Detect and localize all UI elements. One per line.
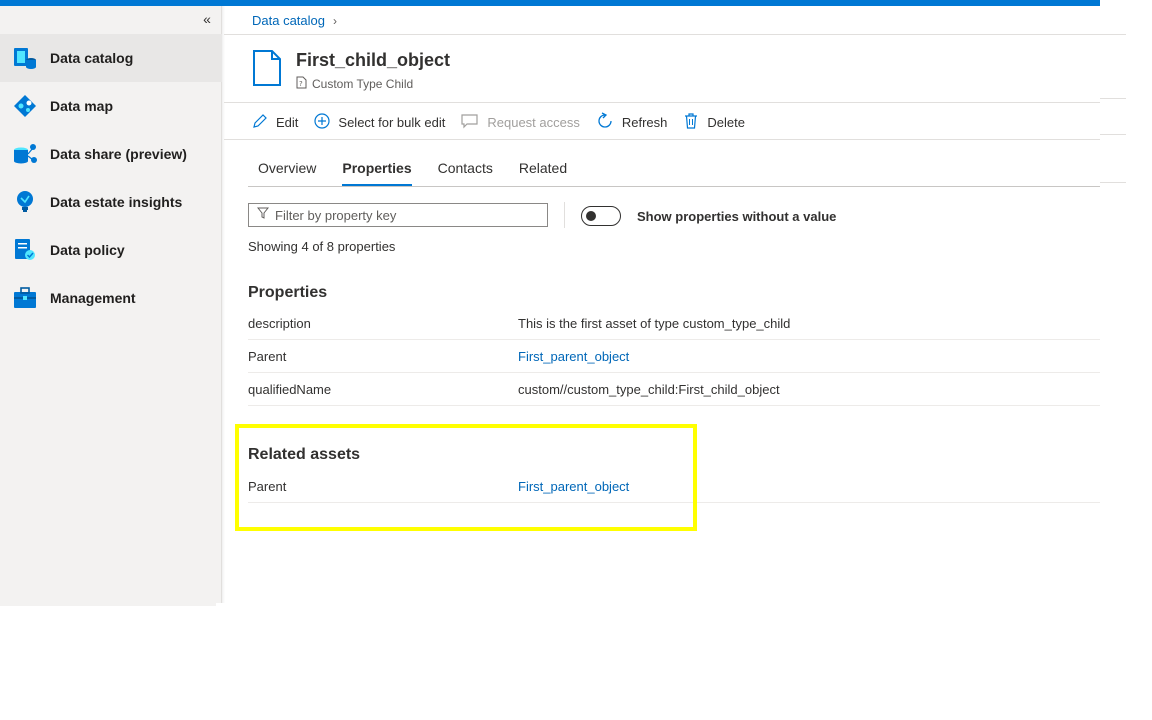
collapse-sidebar-button[interactable]: « <box>199 11 215 27</box>
toolbar: Edit Select for bulk edit Request access… <box>252 110 761 134</box>
filter-icon <box>256 206 270 224</box>
property-key: qualifiedName <box>248 381 332 397</box>
tab-overview[interactable]: Overview <box>248 158 326 186</box>
chevron-right-icon: › <box>333 13 337 28</box>
sidebar-item-data-map[interactable]: Data map <box>0 82 222 130</box>
tabs-divider <box>248 186 1100 187</box>
page-title: First_child_object <box>296 50 451 70</box>
sidebar-item-data-estate-insights[interactable]: Data estate insights <box>0 178 222 226</box>
table-row: description This is the first asset of t… <box>248 307 1100 340</box>
property-value: This is the first asset of type custom_t… <box>518 315 791 331</box>
asset-type-label: Custom Type Child <box>312 77 414 91</box>
showing-count: Showing 4 of 8 properties <box>248 239 396 254</box>
parent-link[interactable]: First_parent_object <box>518 349 629 364</box>
bulk-edit-button[interactable]: Select for bulk edit <box>314 112 446 132</box>
table-row: qualifiedName custom//custom_type_child:… <box>248 373 1100 406</box>
data-catalog-icon <box>12 45 38 71</box>
breadcrumb: Data catalog › <box>252 13 337 28</box>
request-access-button[interactable]: Request access <box>461 113 580 132</box>
sidebar-item-label: Management <box>50 290 136 306</box>
sidebar-item-label: Data map <box>50 98 114 114</box>
sidebar-nav: Data catalog Data map Data share (previe… <box>0 34 222 322</box>
divider <box>224 102 1100 103</box>
sidebar-item-data-share[interactable]: Data share (preview) <box>0 130 222 178</box>
sidebar-item-data-policy[interactable]: Data policy <box>0 226 222 274</box>
data-map-icon <box>12 93 38 119</box>
request-access-label: Request access <box>487 114 580 130</box>
svg-text:?: ? <box>299 80 303 88</box>
highlight-box <box>235 424 697 531</box>
refresh-icon <box>596 111 622 133</box>
tab-related[interactable]: Related <box>509 158 577 186</box>
sidebar-bottom-strip <box>0 603 216 606</box>
sidebar-item-label: Data catalog <box>50 50 134 66</box>
management-icon <box>12 285 38 311</box>
asset-type: ? Custom Type Child <box>296 76 450 92</box>
divider <box>224 34 1100 35</box>
vertical-divider <box>564 202 565 228</box>
properties-heading: Properties <box>248 284 328 301</box>
background-window-edges <box>1100 0 1128 200</box>
insights-icon <box>12 189 38 215</box>
sidebar-item-management[interactable]: Management <box>0 274 222 322</box>
trash-icon <box>683 112 707 132</box>
refresh-label: Refresh <box>621 114 668 130</box>
property-key: Parent <box>248 348 287 364</box>
tab-bar: Overview Properties Contacts Related <box>248 158 583 186</box>
breadcrumb-data-catalog[interactable]: Data catalog <box>252 13 325 28</box>
main-content: Data catalog › First_child_object ? Cust… <box>224 6 1100 720</box>
property-key: description <box>248 315 311 331</box>
edit-button[interactable]: Edit <box>252 113 298 132</box>
asset-header: First_child_object ? Custom Type Child <box>252 50 450 92</box>
property-value: custom//custom_type_child:First_child_ob… <box>518 381 780 397</box>
comment-icon <box>461 113 487 132</box>
divider <box>224 139 1100 140</box>
toggle-label: Show properties without a value <box>637 209 837 224</box>
sidebar-item-label: Data policy <box>50 242 125 258</box>
sidebar: « Data catalog Data map Data share (prev… <box>0 6 225 603</box>
tab-contacts[interactable]: Contacts <box>428 158 503 186</box>
sidebar-item-data-catalog[interactable]: Data catalog <box>0 34 222 82</box>
custom-type-icon: ? <box>296 76 312 92</box>
show-empty-properties-toggle[interactable] <box>581 206 621 226</box>
edit-label: Edit <box>276 114 299 130</box>
data-share-icon <box>12 141 38 167</box>
data-policy-icon <box>12 237 38 263</box>
sidebar-item-label: Data estate insights <box>50 194 183 210</box>
delete-label: Delete <box>707 114 745 130</box>
filter-box <box>248 203 548 227</box>
table-row: Parent First_parent_object <box>248 340 1100 373</box>
bulk-edit-label: Select for bulk edit <box>338 114 446 130</box>
plus-circle-icon <box>314 112 338 132</box>
filter-input[interactable] <box>275 207 525 223</box>
document-icon <box>252 50 282 92</box>
sidebar-item-label: Data share (preview) <box>50 146 187 162</box>
refresh-button[interactable]: Refresh <box>596 111 668 133</box>
tab-properties[interactable]: Properties <box>332 158 421 186</box>
toggle-knob <box>586 211 596 221</box>
delete-button[interactable]: Delete <box>683 112 745 132</box>
pencil-icon <box>252 113 276 132</box>
